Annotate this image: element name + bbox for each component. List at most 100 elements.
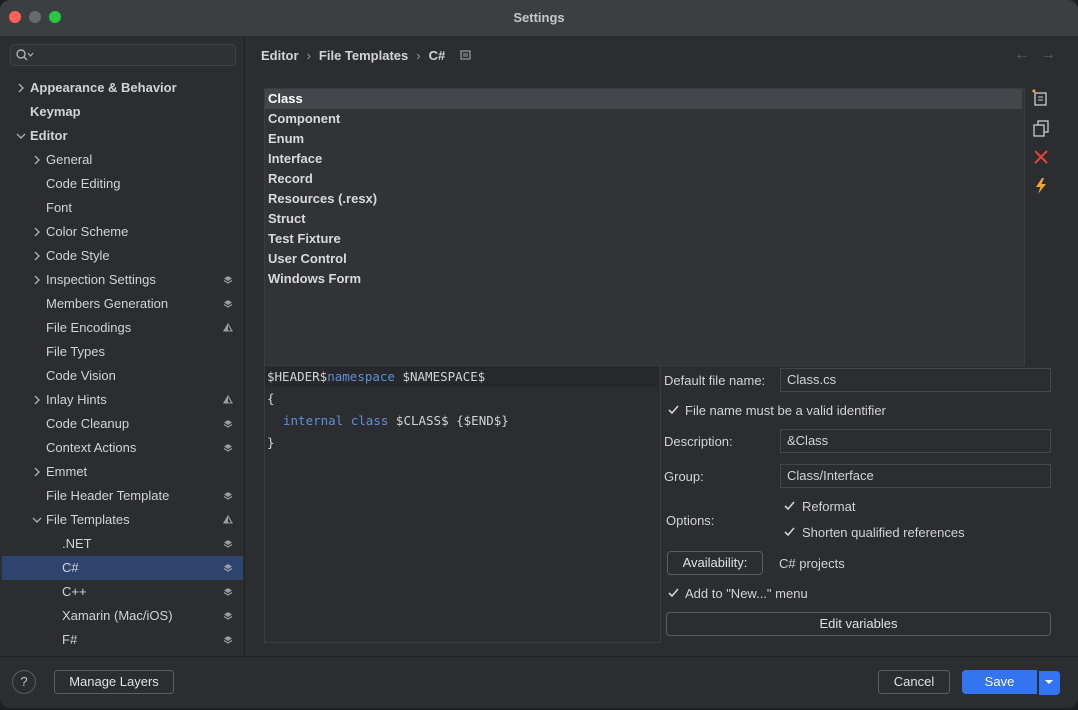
template-item-record[interactable]: Record	[265, 169, 1022, 189]
sidebar-item-label: File Types	[46, 344, 106, 359]
chevron-right-icon[interactable]	[31, 226, 43, 238]
add-template-icon[interactable]	[1031, 88, 1051, 108]
reformat-checkbox[interactable]	[783, 499, 796, 512]
valid-identifier-checkbox[interactable]	[667, 403, 680, 416]
layers-icon	[223, 564, 233, 572]
search-input[interactable]	[10, 44, 236, 66]
sidebar-item-emmet[interactable]: Emmet	[2, 460, 243, 484]
reset-template-icon[interactable]	[1031, 176, 1051, 196]
template-item-enum[interactable]: Enum	[265, 129, 1022, 149]
sidebar-item-code-editing[interactable]: Code Editing	[2, 172, 243, 196]
template-code-editor[interactable]: $HEADER$namespace $NAMESPACE$ { internal…	[264, 365, 661, 643]
sidebar-item-inlay-hints[interactable]: Inlay Hints	[2, 388, 243, 412]
default-file-name-field[interactable]: Class.cs	[780, 368, 1051, 392]
code-token: $HEADER$	[267, 369, 328, 384]
sidebar-item-context-actions[interactable]: Context Actions	[2, 436, 243, 460]
sidebar-item-label: Color Scheme	[46, 224, 129, 239]
template-item-windows-form[interactable]: Windows Form	[265, 269, 1022, 289]
chevron-right-icon[interactable]	[31, 154, 43, 166]
remove-template-icon[interactable]	[1031, 147, 1051, 167]
sidebar-item-label: Code Vision	[46, 368, 116, 383]
template-item-interface[interactable]: Interface	[265, 149, 1022, 169]
sidebar-item-appearance-behavior[interactable]: Appearance & Behavior	[2, 76, 243, 100]
manage-layers-button[interactable]: Manage Layers	[54, 670, 174, 694]
sidebar-item-xamarin-mac-ios[interactable]: Xamarin (Mac/iOS)	[2, 604, 243, 628]
template-item-user-control[interactable]: User Control	[265, 249, 1022, 269]
sidebar-item-file-templates[interactable]: File Templates	[2, 508, 243, 532]
code-token: $NAMESPACE$	[394, 369, 486, 384]
chevron-right-icon[interactable]	[15, 82, 27, 94]
save-button[interactable]: Save	[962, 670, 1037, 694]
sidebar-item-code-vision[interactable]: Code Vision	[2, 364, 243, 388]
sidebar-item-inspection-settings[interactable]: Inspection Settings	[2, 268, 243, 292]
template-item-label: Windows Form	[268, 271, 362, 286]
group-field[interactable]: Class/Interface	[780, 464, 1051, 488]
sidebar-item-label: Inlay Hints	[46, 392, 107, 407]
edit-variables-button[interactable]: Edit variables	[666, 612, 1051, 636]
sidebar-item-label: Font	[46, 200, 73, 215]
availability-button[interactable]: Availability:	[667, 551, 763, 575]
sidebar-item-keymap[interactable]: Keymap	[2, 100, 243, 124]
sidebar-item-label: Appearance & Behavior	[30, 80, 177, 95]
template-item-struct[interactable]: Struct	[265, 209, 1022, 229]
back-arrow-icon[interactable]: ←	[1014, 46, 1040, 63]
chevron-down-icon[interactable]	[31, 514, 43, 526]
template-item-resources-resx[interactable]: Resources (.resx)	[265, 189, 1022, 209]
description-field[interactable]: &Class	[780, 429, 1051, 453]
template-item-label: User Control	[268, 251, 347, 266]
code-keyword: internal	[283, 413, 344, 428]
code-line: $HEADER$namespace $NAMESPACE$	[265, 366, 658, 387]
sidebar-item-color-scheme[interactable]: Color Scheme	[2, 220, 243, 244]
cancel-button[interactable]: Cancel	[878, 670, 950, 694]
copy-template-icon[interactable]	[1031, 118, 1051, 138]
sidebar-item-fsharp[interactable]: F#	[2, 628, 243, 652]
sidebar-item-editor[interactable]: Editor	[2, 124, 243, 148]
chevron-right-icon[interactable]	[31, 394, 43, 406]
save-options-button[interactable]	[1038, 671, 1060, 695]
chevron-right-icon[interactable]	[31, 466, 43, 478]
sidebar-item-members-generation[interactable]: Members Generation	[2, 292, 243, 316]
layer-menu-icon[interactable]	[459, 49, 473, 61]
sidebar-item-font[interactable]: Font	[2, 196, 243, 220]
description-label: Description:	[664, 434, 733, 449]
partial-layer-icon	[223, 395, 233, 404]
template-item-test-fixture[interactable]: Test Fixture	[265, 229, 1022, 249]
breadcrumb-separator: ›	[416, 48, 421, 63]
sidebar-item-file-header-template[interactable]: File Header Template	[2, 484, 243, 508]
sidebar-item-code-style[interactable]: Code Style	[2, 244, 243, 268]
sidebar-item-label: Members Generation	[46, 296, 169, 311]
template-item-component[interactable]: Component	[265, 109, 1022, 129]
chevron-down-icon[interactable]	[15, 130, 27, 142]
sidebar-item-net[interactable]: .NET	[2, 532, 243, 556]
code-line: }	[267, 435, 275, 450]
sidebar-item-general[interactable]: General	[2, 148, 243, 172]
layers-icon	[223, 276, 233, 284]
partial-layer-icon	[223, 323, 233, 332]
sidebar-item-csharp[interactable]: C#	[2, 556, 243, 580]
shorten-references-checkbox[interactable]	[783, 525, 796, 538]
breadcrumb-separator: ›	[306, 48, 311, 63]
sidebar-item-label: F#	[62, 632, 78, 647]
valid-identifier-label: File name must be a valid identifier	[685, 403, 886, 418]
chevron-right-icon[interactable]	[31, 250, 43, 262]
add-to-new-menu-checkbox[interactable]	[667, 586, 680, 599]
layers-icon	[223, 300, 233, 308]
layers-icon	[223, 588, 233, 596]
sidebar-item-cpp[interactable]: C++	[2, 580, 243, 604]
sidebar-item-file-encodings[interactable]: File Encodings	[2, 316, 243, 340]
default-file-name-label: Default file name:	[664, 373, 766, 388]
template-item-class[interactable]: Class	[265, 89, 1022, 109]
sidebar-item-label: General	[46, 152, 93, 167]
chevron-right-icon[interactable]	[31, 274, 43, 286]
breadcrumb-item-file-templates[interactable]: File Templates	[319, 46, 408, 66]
breadcrumb-item-csharp: C#	[428, 48, 446, 63]
help-button[interactable]: ?	[12, 670, 36, 694]
settings-sidebar: Appearance & Behavior Keymap Editor General…	[0, 36, 245, 656]
code-keyword: class	[350, 413, 389, 428]
forward-arrow-icon[interactable]: →	[1040, 46, 1066, 63]
code-keyword: namespace	[327, 369, 395, 384]
group-label: Group:	[664, 469, 704, 484]
sidebar-item-file-types[interactable]: File Types	[2, 340, 243, 364]
breadcrumb-item-editor[interactable]: Editor	[261, 46, 299, 66]
sidebar-item-code-cleanup[interactable]: Code Cleanup	[2, 412, 243, 436]
